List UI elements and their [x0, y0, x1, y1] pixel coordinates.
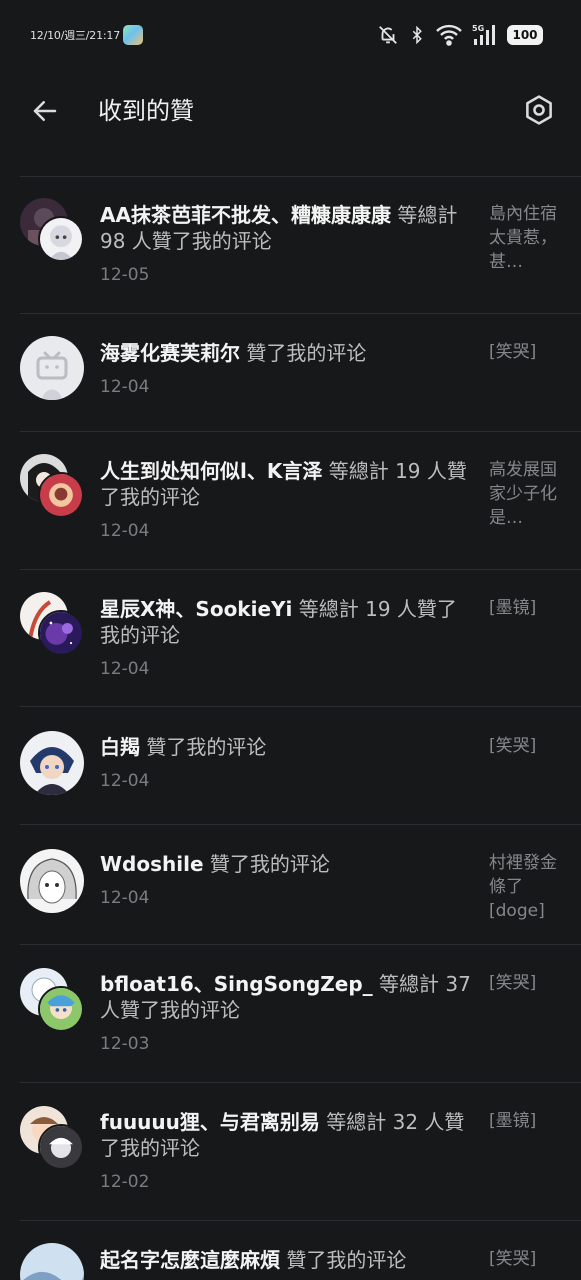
comment-preview[interactable]: [笑哭] [489, 734, 561, 758]
status-bar: 12/10/週三/21:17 5G 100 [0, 0, 581, 70]
item-content: 人生到处知何似l、K言泽 等總計 19 人贊了我的评论 12-04 [100, 458, 472, 542]
settings-button[interactable] [519, 90, 559, 130]
liker-names[interactable]: 海雾化赛芙莉尔 [100, 341, 240, 365]
list-item[interactable]: 人生到处知何似l、K言泽 等總計 19 人贊了我的评论 12-04 高发展国家少… [0, 432, 581, 570]
like-action: 贊了我的评论 [140, 735, 267, 759]
app-notification-icon [123, 25, 143, 45]
comment-preview[interactable]: [墨镜] [489, 596, 561, 620]
bell-muted-icon [379, 26, 397, 44]
like-action: 贊了我的评论 [240, 341, 367, 365]
avatar [20, 849, 84, 913]
item-content: 星辰X神、SookieYi 等總計 19 人贊了我的评论 12-04 [100, 596, 472, 680]
like-date: 12-04 [100, 659, 150, 679]
like-summary: 海雾化赛芙莉尔 贊了我的评论 [100, 340, 472, 366]
liker-names[interactable]: Wdoshile [100, 852, 204, 876]
like-date: 12-02 [100, 1172, 150, 1192]
arrow-left-icon [33, 101, 57, 121]
like-summary: 人生到处知何似l、K言泽 等總計 19 人贊了我的评论 [100, 458, 472, 510]
avatar [38, 472, 84, 518]
hexagon-settings-icon [526, 95, 552, 125]
avatar-stack[interactable] [20, 454, 84, 518]
like-summary: AA抹茶芭菲不批发、糟糠康康康 等總計 98 人贊了我的评论 [100, 202, 472, 254]
item-content: 海雾化赛芙莉尔 贊了我的评论 12-04 [100, 340, 472, 398]
avatar-stack[interactable] [20, 849, 84, 913]
avatar [38, 216, 84, 262]
default-tv-avatar-icon [20, 336, 84, 400]
item-content: fuuuuu狸、与君离别易 等總計 32 人贊了我的评论 12-02 [100, 1109, 472, 1193]
list-item[interactable]: 起名字怎麼這麼麻煩 贊了我的评论 [笑哭] [0, 1221, 581, 1280]
like-summary: 星辰X神、SookieYi 等總計 19 人贊了我的评论 [100, 596, 472, 648]
avatar [20, 336, 84, 400]
list-item[interactable]: AA抹茶芭菲不批发、糟糠康康康 等總計 98 人贊了我的评论 12-05 島內住… [0, 177, 581, 314]
liker-names[interactable]: fuuuuu狸、与君离别易 [100, 1110, 320, 1134]
battery-indicator: 100 [507, 25, 543, 45]
avatar-stack[interactable] [20, 1243, 84, 1280]
like-action: 贊了我的评论 [203, 852, 330, 876]
like-date: 12-04 [100, 888, 150, 908]
like-action: 贊了我的评论 [280, 1248, 407, 1272]
item-content: 白羯 贊了我的评论 12-04 [100, 734, 472, 792]
comment-preview[interactable]: [墨镜] [489, 1109, 561, 1133]
comment-preview[interactable]: 高发展国家少子化是… [489, 458, 561, 530]
avatar-stack[interactable] [20, 336, 84, 400]
avatar [38, 610, 84, 656]
liker-names[interactable]: 白羯 [100, 735, 140, 759]
list-item[interactable]: 白羯 贊了我的评论 12-04 [笑哭] [0, 707, 581, 825]
avatar-stack[interactable] [20, 198, 84, 262]
avatar-stack[interactable] [20, 968, 84, 1032]
like-summary: bfloat16、SingSongZep_ 等總計 37 人贊了我的评论 [100, 971, 472, 1023]
cellular-5g-icon: 5G [472, 24, 495, 45]
comment-preview[interactable]: [笑哭] [489, 971, 561, 995]
item-content: AA抹茶芭菲不批发、糟糠康康康 等總計 98 人贊了我的评论 12-05 [100, 202, 472, 286]
liker-names[interactable]: 星辰X神、SookieYi [100, 597, 292, 621]
item-content: Wdoshile 贊了我的评论 12-04 [100, 851, 472, 909]
list-item[interactable]: bfloat16、SingSongZep_ 等總計 37 人贊了我的评论 12-… [0, 945, 581, 1083]
like-date: 12-04 [100, 377, 150, 397]
item-content: 起名字怎麼這麼麻煩 贊了我的评论 [100, 1247, 472, 1273]
list-item[interactable]: fuuuuu狸、与君离别易 等總計 32 人贊了我的评论 12-02 [墨镜] [0, 1083, 581, 1221]
status-time: 12/10/週三/21:17 [30, 29, 121, 42]
like-summary: 白羯 贊了我的评论 [100, 734, 472, 760]
comment-preview[interactable]: [笑哭] [489, 340, 561, 364]
item-content: bfloat16、SingSongZep_ 等總計 37 人贊了我的评论 12-… [100, 971, 472, 1055]
comment-preview[interactable]: 島內住宿太貴惹，甚… [489, 202, 561, 274]
app-bar: 收到的贊 [0, 70, 581, 150]
comment-preview[interactable]: 村裡發金條了[doge] [489, 851, 561, 923]
wifi-icon [436, 24, 462, 46]
like-summary: 起名字怎麼這麼麻煩 贊了我的评论 [100, 1247, 472, 1273]
avatar-stack[interactable] [20, 731, 84, 795]
liker-names[interactable]: AA抹茶芭菲不批发、糟糠康康康 [100, 203, 391, 227]
avatar [38, 1124, 84, 1170]
avatar [20, 1243, 84, 1280]
liker-names[interactable]: 起名字怎麼這麼麻煩 [100, 1248, 280, 1272]
like-summary: Wdoshile 贊了我的评论 [100, 851, 472, 877]
like-date: 12-04 [100, 521, 150, 541]
status-icons: 5G 100 [377, 23, 543, 47]
avatar [20, 731, 84, 795]
like-date: 12-03 [100, 1034, 150, 1054]
avatar [38, 986, 84, 1032]
like-summary: fuuuuu狸、与君离别易 等總計 32 人贊了我的评论 [100, 1109, 472, 1161]
liker-names[interactable]: bfloat16、SingSongZep_ [100, 972, 373, 996]
svg-text:5G: 5G [472, 24, 484, 33]
likes-list: AA抹茶芭菲不批发、糟糠康康康 等總計 98 人贊了我的评论 12-05 島內住… [0, 177, 581, 1280]
avatar-stack[interactable] [20, 1106, 84, 1170]
bluetooth-icon [412, 25, 422, 45]
avatar-stack[interactable] [20, 592, 84, 656]
comment-preview[interactable]: [笑哭] [489, 1247, 561, 1271]
like-date: 12-04 [100, 771, 150, 791]
back-button[interactable] [26, 92, 64, 130]
liker-names[interactable]: 人生到处知何似l、K言泽 [100, 459, 322, 483]
list-item[interactable]: Wdoshile 贊了我的评论 12-04 村裡發金條了[doge] [0, 825, 581, 945]
page-title: 收到的贊 [98, 97, 194, 125]
list-item[interactable]: 海雾化赛芙莉尔 贊了我的评论 12-04 [笑哭] [0, 314, 581, 432]
list-item[interactable]: 星辰X神、SookieYi 等總計 19 人贊了我的评论 12-04 [墨镜] [0, 570, 581, 707]
like-date: 12-05 [100, 265, 150, 285]
